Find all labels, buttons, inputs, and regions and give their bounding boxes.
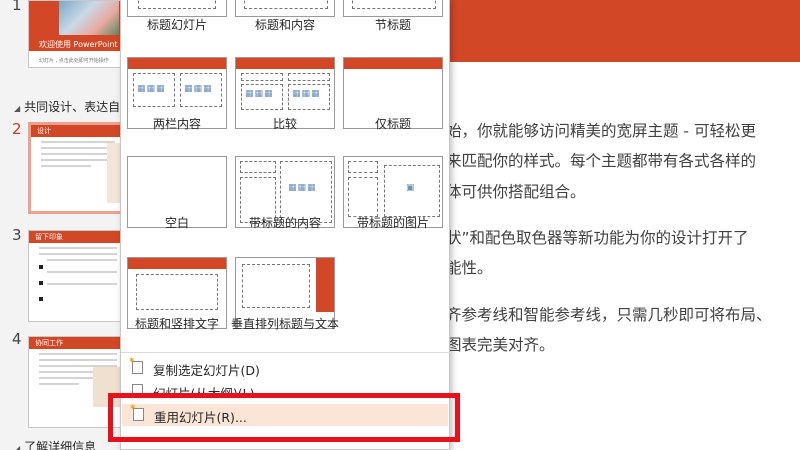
layout-label: 节标题 (374, 18, 411, 32)
layout-label: 比较 (272, 117, 297, 131)
slide-number-3: 3 (12, 226, 22, 244)
slide-thumbnail-3[interactable]: 留下印象 (28, 230, 124, 322)
slide-thumbnail-pane[interactable]: 1 欢迎使用 PowerPoint 幻灯片 , 点击此处即可开始操作 ◢ 共同设计… (0, 0, 128, 450)
body-text-line: 始，你就能够访问精美的宽屏主题 - 可轻松更 (446, 122, 756, 140)
layout-label: 仅标题 (374, 117, 411, 131)
layout-label: 标题幻灯片 (146, 18, 207, 32)
thumbnail-title: 设计 (31, 125, 121, 137)
body-text-line: 齐参考线和智能参考线，只需几秒即可将布局、 (446, 306, 772, 324)
highlight-annotation-box (108, 393, 460, 442)
body-text-line: 能性。 (446, 259, 493, 277)
thumbnail-title: 留下印象 (29, 231, 123, 243)
slide-number-2: 2 (12, 120, 22, 138)
slide-thumbnail-2[interactable]: 设计 (28, 122, 124, 214)
layout-label: 标题和内容 (254, 18, 315, 32)
slide-number-4: 4 (12, 330, 22, 348)
layout-tile-title-and-content[interactable] (235, 0, 335, 17)
menu-separator (121, 352, 451, 353)
layout-label: 空白 (164, 216, 189, 230)
body-text-line: 体可供你搭配组合。 (446, 183, 586, 201)
section-header-design[interactable]: ◢ 共同设计、表达自 (14, 98, 120, 115)
slide-thumbnail-1[interactable]: 欢迎使用 PowerPoint 幻灯片 , 点击此处即可开始操作 (28, 0, 124, 68)
duplicate-slide-icon: ✶ (128, 356, 145, 375)
layout-label: 带标题的内容 (248, 216, 321, 230)
layout-tile-title-slide[interactable] (127, 0, 227, 17)
layout-tile-section-header[interactable] (343, 0, 443, 17)
layout-label: 垂直排列标题与文本 (230, 317, 339, 331)
collapse-triangle-icon: ◢ (14, 444, 21, 450)
new-slide-layout-menu[interactable]: 标题幻灯片 标题和内容 节标题 ▦▦▦ ▦▦▦ 两栏内容 ▦▦▦ ▦▦▦ 比较 … (120, 0, 451, 450)
body-text-line: 状”和配色取色器等新功能为你的设计打开了 (446, 229, 749, 247)
layout-label: 标题和竖排文字 (134, 317, 219, 331)
thumbnail-title: 协同工作 (29, 337, 123, 349)
flower-image (59, 1, 119, 35)
thumbnail-caption: 幻灯片 , 点击此处即可开始操作 (39, 58, 109, 64)
duplicate-slides-command[interactable]: ✶ 复制选定幻灯片(D) (121, 356, 449, 379)
layout-label: 带标题的图片 (356, 216, 429, 230)
section-header-learn-more[interactable]: ◢ 了解详细信息 (14, 438, 96, 450)
collapse-triangle-icon: ◢ (14, 104, 21, 113)
thumbnail-title: 欢迎使用 PowerPoint (39, 40, 118, 49)
slide-number-1: 1 (12, 0, 22, 14)
body-text-line: 来匹配你的样式。每个主题都带有各式各样的 (446, 152, 757, 170)
layout-label: 两栏内容 (152, 117, 201, 131)
slides-from-outline-command[interactable]: 幻灯片(从大纲)(L)... (121, 380, 449, 394)
body-text-line: 图表完美对齐。 (446, 336, 555, 354)
